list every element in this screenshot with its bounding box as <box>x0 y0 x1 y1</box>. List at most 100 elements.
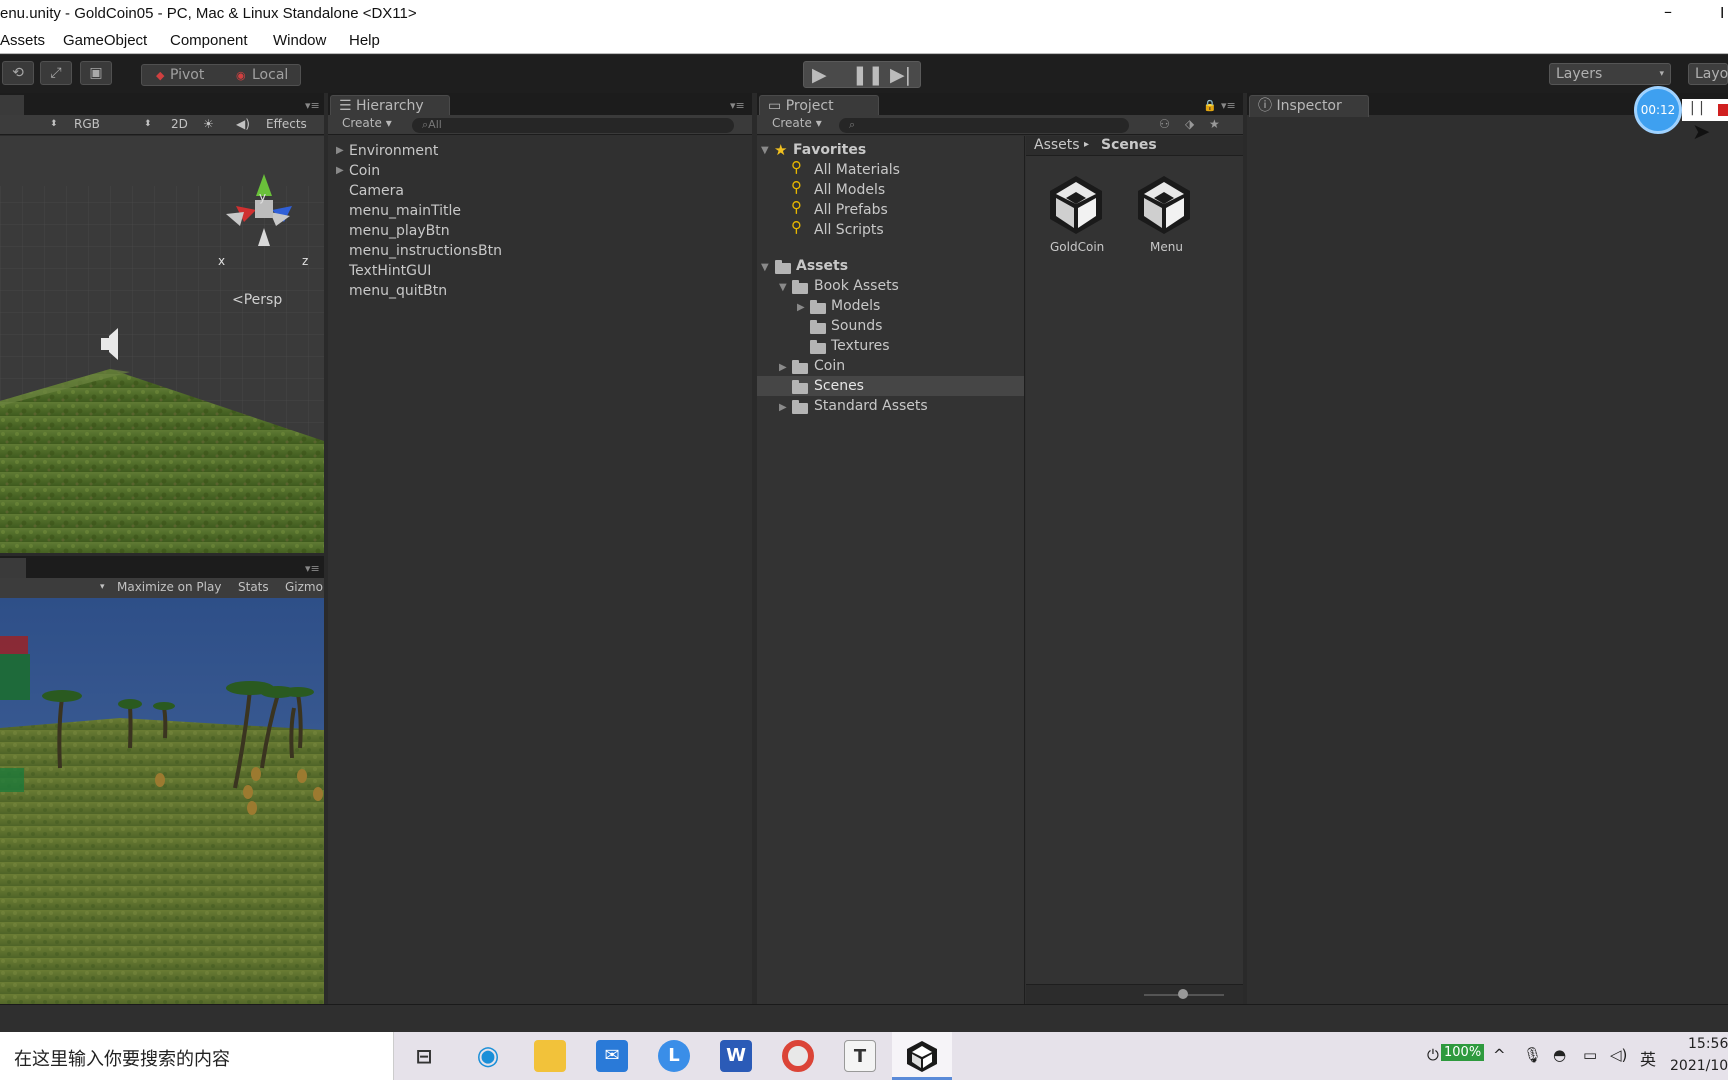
panel-menu-icon[interactable]: ▾≡ <box>1221 99 1236 112</box>
expand-arrow-icon[interactable]: ▶ <box>797 302 805 313</box>
play-button-icon[interactable]: ▶ <box>812 64 827 86</box>
panel-menu-icon[interactable]: ▾≡ <box>305 99 320 112</box>
favorite-star-icon[interactable]: ★ <box>1209 117 1220 131</box>
tree-textures[interactable]: Textures <box>831 338 890 354</box>
task-view-icon[interactable]: ⊟ <box>408 1040 440 1072</box>
menu-window[interactable]: Window <box>273 32 326 49</box>
local-button[interactable]: Local <box>252 67 288 83</box>
breadcrumb-scenes[interactable]: Scenes <box>1101 137 1157 153</box>
toggle-2d-button[interactable]: 2D <box>171 117 188 131</box>
projection-toggle[interactable]: <Persp <box>232 292 282 308</box>
rect-tool-button[interactable]: ▣ <box>80 61 112 85</box>
battery-level[interactable]: 100% <box>1441 1044 1485 1061</box>
battery-icon[interactable]: ▭ <box>1583 1046 1597 1064</box>
scale-tool-button[interactable]: ⤢ <box>40 61 72 85</box>
asset-menu[interactable]: Menu <box>1132 172 1202 262</box>
favorite-all-materials[interactable]: All Materials <box>814 162 900 178</box>
chrome-icon[interactable] <box>782 1040 814 1072</box>
lock-icon[interactable]: 🔒 <box>1203 99 1217 112</box>
tree-standard-assets[interactable]: Standard Assets <box>814 398 928 414</box>
tree-models[interactable]: Models <box>831 298 880 314</box>
clock-date[interactable]: 2021/10 <box>1670 1058 1728 1074</box>
hierarchy-item-environment[interactable]: Environment <box>349 143 438 159</box>
size-slider-thumb[interactable] <box>1178 989 1188 999</box>
scene-tab[interactable] <box>0 95 24 115</box>
stats-toggle[interactable]: Stats <box>238 580 269 594</box>
clock-time[interactable]: 15:56 <box>1688 1036 1728 1052</box>
hierarchy-search-input[interactable]: ⌕All <box>412 118 734 133</box>
ime-indicator[interactable]: 英 <box>1640 1046 1656 1070</box>
hierarchy-tab[interactable]: ☰ Hierarchy <box>330 95 450 117</box>
favorites-header[interactable]: Favorites <box>793 142 866 158</box>
assets-header[interactable]: Assets <box>796 258 848 274</box>
tree-coin[interactable]: Coin <box>814 358 845 374</box>
chevron-up-icon[interactable]: ^ <box>1493 1046 1506 1064</box>
scene-viewport[interactable]: y x z <Persp <box>0 136 324 553</box>
draw-mode-arrow-icon[interactable]: ⬍ <box>50 119 58 129</box>
edge-browser-icon[interactable]: ◉ <box>472 1040 504 1072</box>
expand-arrow-icon[interactable]: ▶ <box>336 145 344 156</box>
project-create-button[interactable]: Create ▾ <box>772 116 822 130</box>
hierarchy-item-menu-quitbtn[interactable]: menu_quitBtn <box>349 283 447 299</box>
layers-dropdown[interactable]: Layers ▾ <box>1549 63 1671 85</box>
project-search-input[interactable]: ⌕ <box>839 118 1129 133</box>
taskbar-search-box[interactable]: 在这里输入你要搜索的内容 <box>0 1032 394 1080</box>
expand-arrow-icon[interactable]: ▶ <box>336 165 344 176</box>
game-viewport[interactable] <box>0 598 324 1004</box>
qq-icon[interactable]: ◓ <box>1553 1046 1566 1064</box>
typora-icon[interactable]: T <box>844 1040 876 1072</box>
shading-mode-dropdown[interactable]: RGB <box>74 117 100 131</box>
collapse-arrow-icon[interactable]: ▼ <box>761 262 769 273</box>
gizmos-dropdown[interactable]: Gizmo <box>285 580 323 594</box>
hierarchy-item-menu-instructionsbtn[interactable]: menu_instructionsBtn <box>349 243 502 259</box>
expand-arrow-icon[interactable]: ▶ <box>779 362 787 373</box>
expand-arrow-icon[interactable]: ▶ <box>779 402 787 413</box>
favorite-all-scripts[interactable]: All Scripts <box>814 222 884 238</box>
mail-icon[interactable]: ✉ <box>596 1040 628 1072</box>
menu-gameobject[interactable]: GameObject <box>63 32 147 49</box>
audio-toggle-icon[interactable]: ◀) <box>236 117 250 131</box>
filter-type-icon[interactable]: ⚇ <box>1159 117 1170 131</box>
favorite-all-prefabs[interactable]: All Prefabs <box>814 202 888 218</box>
microphone-icon[interactable]: 🎙 <box>1523 1046 1542 1064</box>
tree-book-assets[interactable]: Book Assets <box>814 278 899 294</box>
breadcrumb-assets[interactable]: Assets <box>1034 137 1080 153</box>
screen-recorder-timer[interactable]: 00:12 <box>1634 86 1682 134</box>
asset-goldcoin[interactable]: GoldCoin <box>1044 172 1114 262</box>
rotate-tool-button[interactable]: ⟲ <box>2 61 34 85</box>
recorder-pause-icon[interactable]: | | <box>1690 100 1704 116</box>
word-icon[interactable]: W <box>720 1040 752 1072</box>
collapse-arrow-icon[interactable]: ▼ <box>761 145 769 156</box>
hierarchy-item-menu-maintitle[interactable]: menu_mainTitle <box>349 203 461 219</box>
tree-scenes[interactable]: Scenes <box>814 378 864 394</box>
pause-button-icon[interactable]: ❚❚ <box>852 64 884 86</box>
hierarchy-item-coin[interactable]: Coin <box>349 163 380 179</box>
lighting-toggle-icon[interactable]: ☀ <box>203 117 214 131</box>
panel-menu-icon[interactable]: ▾≡ <box>305 562 320 575</box>
tree-sounds[interactable]: Sounds <box>831 318 882 334</box>
file-explorer-icon[interactable] <box>534 1040 566 1072</box>
hierarchy-item-menu-playbtn[interactable]: menu_playBtn <box>349 223 450 239</box>
step-button-icon[interactable]: ▶| <box>890 64 911 86</box>
hierarchy-item-texthintgui[interactable]: TextHintGUI <box>349 263 431 279</box>
effects-dropdown[interactable]: Effects <box>266 117 307 131</box>
panel-menu-icon[interactable]: ▾≡ <box>730 99 745 112</box>
inspector-tab[interactable]: ⓘ Inspector <box>1249 95 1369 117</box>
menu-help[interactable]: Help <box>349 32 380 49</box>
volume-icon[interactable]: ◁) <box>1610 1046 1627 1064</box>
unity-taskbar-button[interactable] <box>892 1032 952 1080</box>
aspect-arrow-icon[interactable]: ▾ <box>100 582 105 592</box>
menu-assets[interactable]: Assets <box>0 32 45 49</box>
power-plug-icon[interactable]: ⏻ <box>1427 1046 1439 1064</box>
maximize-on-play-toggle[interactable]: Maximize on Play <box>117 580 221 594</box>
favorite-all-models[interactable]: All Models <box>814 182 885 198</box>
hierarchy-item-camera[interactable]: Camera <box>349 183 404 199</box>
l-app-icon[interactable]: L <box>658 1040 690 1072</box>
game-tab[interactable] <box>0 558 26 578</box>
pivot-button[interactable]: Pivot <box>170 67 204 83</box>
recorder-stop-icon[interactable] <box>1718 104 1728 116</box>
filter-label-icon[interactable]: ⬗ <box>1185 117 1194 131</box>
hierarchy-create-button[interactable]: Create ▾ <box>342 116 392 130</box>
project-tab[interactable]: ▭ Project <box>759 95 879 117</box>
layout-dropdown[interactable]: Layo <box>1688 63 1728 85</box>
